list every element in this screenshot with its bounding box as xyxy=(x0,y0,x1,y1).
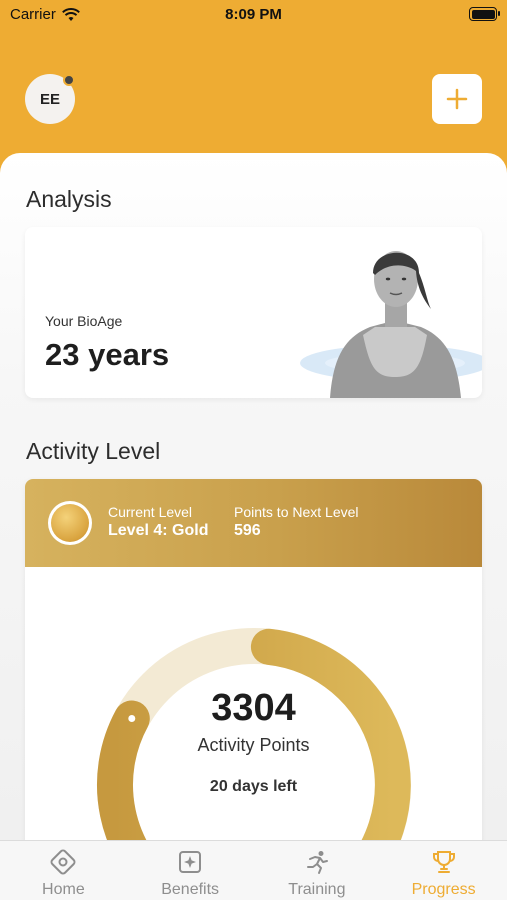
running-icon xyxy=(306,851,328,874)
gold-medal-icon xyxy=(48,501,92,545)
status-bar: Carrier 8:09 PM xyxy=(0,0,507,30)
activity-level-title: Activity Level xyxy=(26,438,161,464)
battery-icon xyxy=(469,7,500,21)
avatar-initials: EE xyxy=(39,90,60,108)
benefits-icon xyxy=(179,851,202,873)
trophy-icon xyxy=(432,851,455,873)
tab-home-label: Home xyxy=(42,881,85,898)
next-level-value: 596 xyxy=(234,522,261,539)
tab-progress-label: Progress xyxy=(411,881,476,898)
tab-benefits-label: Benefits xyxy=(161,881,220,898)
tab-training-label: Training xyxy=(288,881,346,898)
activity-points-label: Activity Points xyxy=(197,735,310,755)
activity-points-value: 3304 xyxy=(211,687,296,729)
analysis-title: Analysis xyxy=(26,186,112,212)
tab-bar: Home Benefits Training Progress xyxy=(0,840,507,900)
tab-progress[interactable]: Progress xyxy=(380,841,507,900)
bioage-card[interactable]: Your BioAge 23 years xyxy=(25,227,482,398)
current-level-label: Current Level xyxy=(108,504,193,520)
notification-dot xyxy=(63,74,75,86)
avatar[interactable]: EE xyxy=(25,74,75,124)
current-level-value: Level 4: Gold xyxy=(108,522,209,539)
next-level-label: Points to Next Level xyxy=(234,504,359,520)
tab-benefits[interactable]: Benefits xyxy=(127,841,254,900)
status-time: 8:09 PM xyxy=(225,6,282,23)
days-left-label: 20 days left xyxy=(209,778,298,795)
plus-icon xyxy=(446,88,468,110)
add-button[interactable] xyxy=(432,74,482,124)
activity-level-card[interactable]: Current Level Level 4: Gold Points to Ne… xyxy=(25,479,482,859)
home-icon xyxy=(50,849,76,875)
tab-training[interactable]: Training xyxy=(254,841,381,900)
bioage-value: 23 years xyxy=(45,337,170,372)
bioage-label: Your BioAge xyxy=(45,313,123,329)
tab-home[interactable]: Home xyxy=(0,841,127,900)
level-header: Current Level Level 4: Gold Points to Ne… xyxy=(25,479,482,567)
athlete-image xyxy=(300,251,482,398)
